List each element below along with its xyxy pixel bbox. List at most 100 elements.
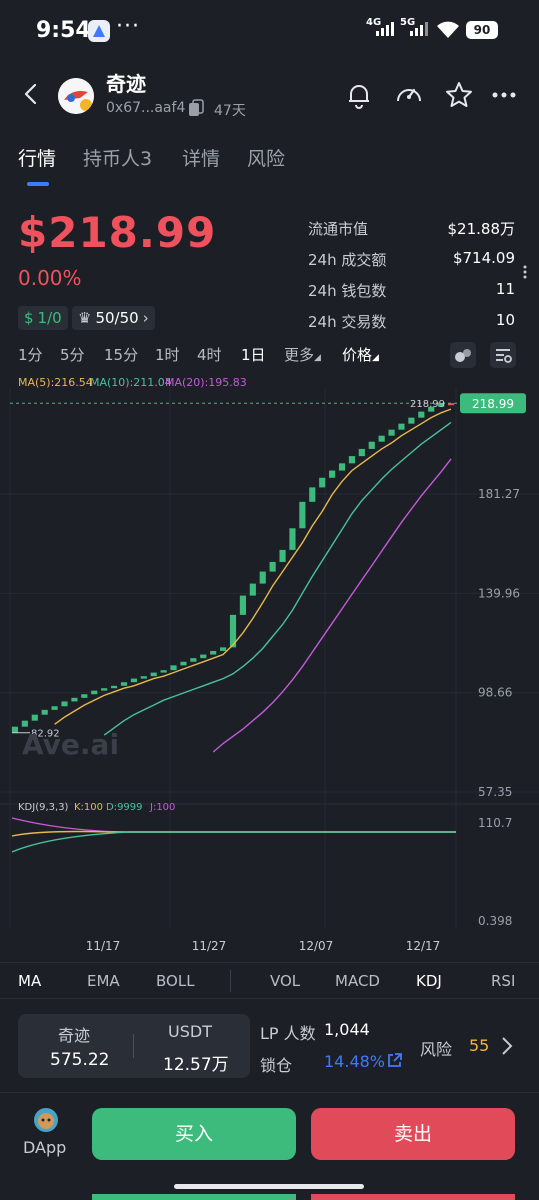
chart-style-icon[interactable] [450, 342, 476, 368]
y-tick-label: 139.96 [478, 586, 520, 600]
stat-label-wallets: 24h 钱包数 [308, 282, 387, 300]
candle [220, 647, 227, 651]
timeframe-4h[interactable]: 4时 [197, 344, 222, 365]
timeframe-1d[interactable]: 1日 [241, 344, 266, 365]
candle [368, 441, 375, 449]
price-chart[interactable]: 181.27139.9698.6657.35218.99218.9982.921… [0, 388, 539, 960]
lock-value[interactable]: 14.48% [324, 1052, 385, 1071]
liquidity-pool-box: 奇迹 575.22 USDT 12.57万 [18, 1014, 250, 1078]
more-notifications-icon: ··· [116, 14, 140, 39]
candle [120, 682, 128, 686]
kdj-k-legend: K:100 [74, 802, 104, 813]
candle [299, 501, 306, 529]
indicator-ma[interactable]: MA [18, 972, 41, 990]
candle [140, 676, 147, 679]
sell-button[interactable]: 卖出 [311, 1108, 515, 1160]
kdj-axis-bottom: 0.398 [478, 914, 513, 928]
more-icon[interactable] [490, 80, 520, 110]
timeframe-5m[interactable]: 5分 [60, 344, 85, 365]
stat-label-mcap: 流通市值 [308, 220, 369, 238]
stat-label-trades: 24h 交易数 [308, 313, 387, 331]
last-price-tag-label: 218.99 [472, 397, 514, 411]
star-icon[interactable] [444, 80, 474, 110]
candle [239, 595, 246, 615]
x-tick-label: 11/17 [86, 939, 121, 953]
x-tick-label: 12/17 [406, 939, 441, 953]
external-link-icon[interactable] [386, 1052, 403, 1073]
timeframe-1h[interactable]: 1时 [155, 344, 180, 365]
price-change: 0.00% [18, 266, 82, 290]
candle [31, 714, 38, 721]
gauge-icon[interactable] [394, 80, 424, 110]
bell-icon[interactable] [344, 80, 374, 110]
timeframe-more[interactable]: 更多◢ [284, 344, 321, 365]
divider [0, 962, 539, 963]
chart-settings-icon[interactable] [490, 342, 516, 368]
indicator-boll[interactable]: BOLL [156, 972, 195, 990]
candle [418, 411, 425, 418]
stat-value-mcap: $21.88万 [447, 220, 516, 238]
pool-quote-label: USDT [168, 1022, 212, 1041]
pool-token-label: 奇迹 [58, 1026, 91, 1045]
candle [150, 672, 157, 677]
candle [71, 697, 78, 702]
holder-score-badge[interactable]: ♛ 50/50 › [72, 306, 155, 330]
timeframe-1m[interactable]: 1分 [18, 344, 43, 365]
candle [388, 429, 395, 436]
indicator-macd[interactable]: MACD [335, 972, 380, 990]
tab-market[interactable]: 行情 [18, 144, 56, 171]
tab-holders[interactable]: 持币人3 [83, 144, 152, 171]
stat-value-trades: 10 [495, 311, 515, 329]
candle [91, 690, 98, 695]
signal-4g-icon [376, 22, 394, 36]
candle [160, 670, 167, 673]
x-tick-label: 11/27 [192, 939, 227, 953]
dapp-icon[interactable] [34, 1108, 58, 1132]
price-mode-label: 价格 [342, 346, 373, 364]
x-tick-label: 12/07 [299, 939, 334, 953]
buy-sell-badge: $ 1/0 [18, 306, 68, 330]
indicator-kdj[interactable]: KDJ [416, 972, 442, 990]
indicator-vol[interactable]: VOL [270, 972, 300, 990]
stat-label-volume: 24h 成交额 [308, 251, 387, 269]
candle [190, 658, 197, 662]
token-name: 奇迹 [106, 72, 146, 96]
y-tick-label: 57.35 [478, 785, 512, 799]
chevron-right-icon[interactable] [500, 1036, 514, 1060]
candle [348, 456, 356, 464]
detail-tabs: 行情 持币人3 详情 风险 [0, 140, 539, 190]
tab-details[interactable]: 详情 [182, 144, 220, 171]
pool-quote-value: 12.57万 [163, 1055, 229, 1075]
divider [0, 1092, 539, 1093]
y-tick-label: 98.66 [478, 686, 512, 700]
candle [319, 477, 326, 488]
buy-sell-ratio: 1/0 [37, 309, 62, 327]
tab-risk[interactable]: 风险 [247, 144, 285, 171]
battery-indicator: 90 [466, 21, 498, 39]
caret-icon: ◢ [372, 353, 379, 363]
risk-value[interactable]: 55 [469, 1036, 489, 1055]
candle [41, 709, 48, 715]
candle [170, 665, 177, 671]
watermark: Ave.ai [22, 728, 120, 761]
divider [133, 1034, 134, 1058]
candle [408, 417, 415, 424]
kdj-axis-top: 110.7 [478, 816, 513, 830]
copy-icon[interactable] [188, 99, 204, 117]
back-icon[interactable] [20, 82, 44, 106]
kdj-j-line [11, 817, 456, 833]
indicator-rsi[interactable]: RSI [491, 972, 515, 990]
buy-button[interactable]: 买入 [92, 1108, 296, 1160]
candle [180, 661, 187, 666]
price-mode-select[interactable]: 价格◢ [342, 344, 379, 365]
indicator-ema[interactable]: EMA [87, 972, 120, 990]
dapp-label[interactable]: DApp [23, 1138, 66, 1157]
kdj-d-legend: D:9999 [106, 802, 143, 813]
lp-holders-value: 1,044 [324, 1020, 370, 1039]
timeframe-15m[interactable]: 15分 [104, 344, 138, 365]
crown-icon: ♛ [78, 309, 92, 327]
money-bag-icon: $ [24, 309, 34, 327]
lp-holders-label: LP 人数 [260, 1024, 316, 1043]
token-avatar [58, 78, 94, 114]
candle [21, 720, 28, 727]
